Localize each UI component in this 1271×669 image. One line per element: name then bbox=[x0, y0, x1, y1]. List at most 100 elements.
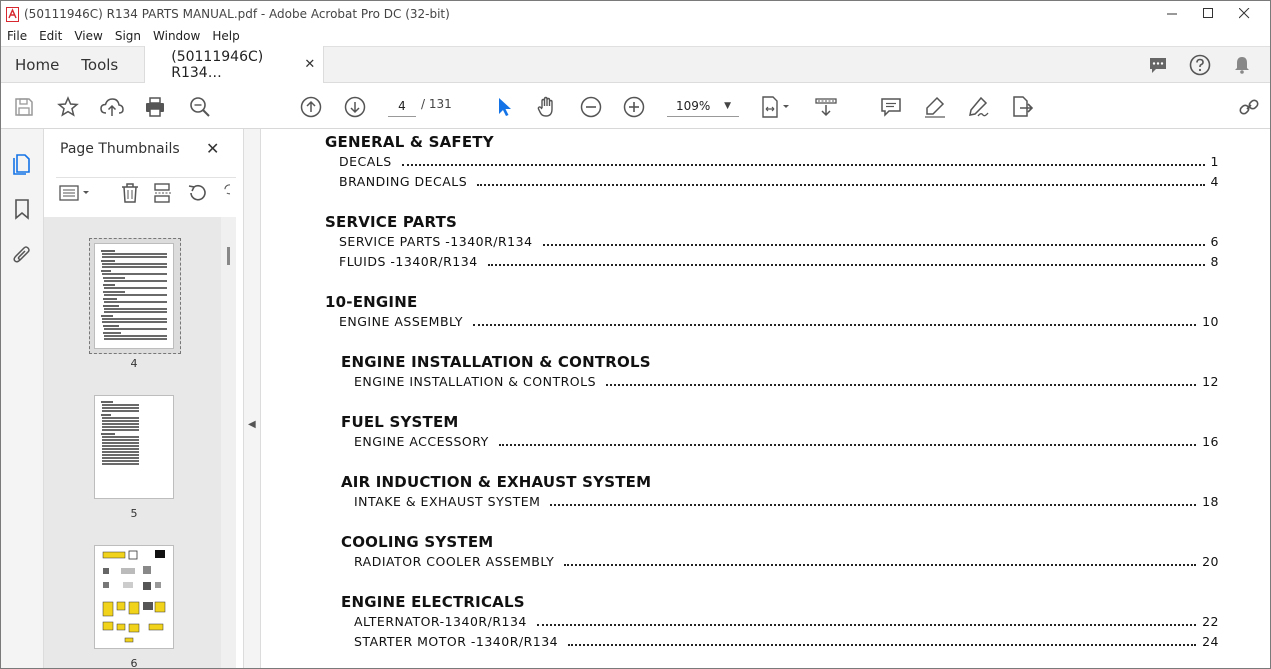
thumbnail-label-4: 4 bbox=[130, 357, 138, 370]
page-fit-icon[interactable] bbox=[758, 94, 794, 120]
toc-entry[interactable]: ALTERNATOR-1340R/R134 22 bbox=[354, 613, 1219, 629]
toc-entry[interactable]: ENGINE ASSEMBLY 10 bbox=[339, 313, 1219, 329]
toc-entry[interactable]: ENGINE ACCESSORY 16 bbox=[354, 433, 1219, 449]
document-view[interactable]: GENERAL & SAFETY DECALS 1 BRANDING DECAL… bbox=[262, 129, 1270, 668]
thumbnail-list: 4 5 6 bbox=[44, 217, 236, 668]
toc-entry[interactable]: FLUIDS -1340R/R134 8 bbox=[339, 253, 1219, 269]
toc-entry[interactable]: DECALS 1 bbox=[339, 153, 1219, 169]
menu-view[interactable]: View bbox=[68, 29, 108, 43]
main-toolbar: 4 / 131 109% ▼ bbox=[1, 84, 1270, 129]
notifications-bell-icon[interactable] bbox=[1230, 53, 1254, 77]
toc-leader bbox=[568, 644, 1197, 646]
toc-entry-label: SERVICE PARTS -1340R/R134 bbox=[339, 234, 533, 249]
menu-bar: File Edit View Sign Window Help bbox=[1, 26, 1270, 46]
toc-heading: SERVICE PARTS bbox=[325, 213, 458, 231]
sign-pen-icon[interactable] bbox=[965, 94, 991, 120]
toc-entry-label: ENGINE ACCESSORY bbox=[354, 434, 489, 449]
zoom-level-select[interactable]: 109% ▼ bbox=[667, 95, 739, 117]
window-title: (50111946C) R134 PARTS MANUAL.pdf - Adob… bbox=[24, 7, 450, 21]
toc-entry-label: STARTER MOTOR -1340R/R134 bbox=[354, 634, 559, 649]
toc-entry[interactable]: STARTER MOTOR -1340R/R134 24 bbox=[354, 633, 1219, 649]
document-tab-label: (50111946C) R134… bbox=[171, 48, 264, 81]
left-rail bbox=[1, 129, 44, 668]
toc-entry-label: ENGINE ASSEMBLY bbox=[339, 314, 463, 329]
thumbnail-scroll-thumb[interactable] bbox=[227, 247, 230, 265]
toc-leader bbox=[564, 564, 1197, 566]
hand-tool-icon[interactable] bbox=[534, 94, 560, 120]
toc-heading: GENERAL & SAFETY bbox=[325, 133, 494, 151]
close-tab-icon[interactable]: ✕ bbox=[304, 57, 315, 72]
acrobat-window: (50111946C) R134 PARTS MANUAL.pdf - Adob… bbox=[0, 0, 1271, 669]
toc-entry-label: ENGINE INSTALLATION & CONTROLS bbox=[354, 374, 597, 389]
tab-bar: Home Tools (50111946C) R134… ✕ bbox=[1, 46, 1270, 83]
page-thumbnail-5[interactable] bbox=[94, 395, 174, 499]
rotate-clockwise-icon[interactable] bbox=[216, 182, 230, 204]
help-icon[interactable] bbox=[1188, 53, 1212, 77]
menu-sign[interactable]: Sign bbox=[109, 29, 147, 43]
share-link-icon[interactable] bbox=[1236, 94, 1262, 120]
toc-entry-page: 16 bbox=[1202, 434, 1219, 449]
export-pdf-icon[interactable] bbox=[1009, 94, 1035, 120]
delete-trash-icon[interactable] bbox=[119, 182, 141, 204]
minimize-button[interactable] bbox=[1154, 3, 1190, 23]
toc-leader bbox=[401, 164, 1205, 166]
select-cursor-icon[interactable] bbox=[491, 94, 517, 120]
options-menu-icon[interactable] bbox=[58, 182, 94, 204]
toc-entry[interactable]: ENGINE INSTALLATION & CONTROLS 12 bbox=[354, 373, 1219, 389]
toc-entry-page: 22 bbox=[1202, 614, 1219, 629]
toc-entry[interactable]: INTAKE & EXHAUST SYSTEM 18 bbox=[354, 493, 1219, 509]
attachments-paperclip-icon[interactable] bbox=[11, 243, 33, 267]
save-icon[interactable] bbox=[11, 94, 37, 120]
title-bar: (50111946C) R134 PARTS MANUAL.pdf - Adob… bbox=[1, 1, 1270, 27]
toc-entry[interactable]: BRANDING DECALS 4 bbox=[339, 173, 1219, 189]
menu-help[interactable]: Help bbox=[206, 29, 245, 43]
collapse-panel-arrow-icon[interactable]: ◀ bbox=[248, 419, 256, 430]
add-comment-icon[interactable] bbox=[878, 94, 904, 120]
cloud-upload-icon[interactable] bbox=[99, 94, 125, 120]
maximize-button[interactable] bbox=[1190, 3, 1226, 23]
comment-bubble-icon[interactable] bbox=[1146, 53, 1170, 77]
panel-splitter[interactable]: ◀ bbox=[244, 129, 261, 668]
toc-entry[interactable]: SERVICE PARTS -1340R/R134 6 bbox=[339, 233, 1219, 249]
bookmarks-icon[interactable] bbox=[11, 197, 33, 221]
next-page-icon[interactable] bbox=[342, 94, 368, 120]
print-icon[interactable] bbox=[142, 94, 168, 120]
highlight-pen-icon[interactable] bbox=[922, 94, 948, 120]
rotate-counterclockwise-icon[interactable] bbox=[186, 182, 208, 204]
close-panel-icon[interactable]: ✕ bbox=[206, 139, 219, 158]
toc-heading: 10-ENGINE bbox=[325, 293, 418, 311]
tab-document[interactable]: (50111946C) R134… ✕ bbox=[144, 46, 325, 83]
toc-entry-page: 20 bbox=[1202, 554, 1219, 569]
scroll-mode-icon[interactable] bbox=[813, 94, 839, 120]
toc-entry-page: 24 bbox=[1202, 634, 1219, 649]
page-thumbnail-6[interactable] bbox=[94, 545, 174, 649]
toc-entry[interactable]: RADIATOR COOLER ASSEMBLY 20 bbox=[354, 553, 1219, 569]
menu-file[interactable]: File bbox=[1, 29, 33, 43]
current-page-input[interactable]: 4 bbox=[388, 95, 416, 117]
toc-entry-label: FLUIDS -1340R/R134 bbox=[339, 254, 478, 269]
find-zoom-icon[interactable] bbox=[187, 94, 213, 120]
toc-subheading: ENGINE ELECTRICALS bbox=[341, 593, 525, 611]
page-thumbnails-icon[interactable] bbox=[11, 151, 33, 175]
tab-tools[interactable]: Tools bbox=[73, 47, 132, 82]
toc-entry-label: DECALS bbox=[339, 154, 392, 169]
tab-home[interactable]: Home bbox=[1, 47, 73, 82]
previous-page-icon[interactable] bbox=[298, 94, 324, 120]
toc-entry-page: 6 bbox=[1210, 234, 1219, 249]
toc-entry-page: 4 bbox=[1210, 174, 1219, 189]
toc-leader bbox=[550, 504, 1197, 506]
zoom-in-icon[interactable] bbox=[621, 94, 647, 120]
page-thumbnail-4[interactable] bbox=[94, 243, 174, 349]
toc-leader bbox=[536, 624, 1197, 626]
menu-edit[interactable]: Edit bbox=[33, 29, 68, 43]
thumbnail-scrollbar[interactable] bbox=[221, 217, 236, 668]
zoom-out-icon[interactable] bbox=[578, 94, 604, 120]
bookmark-star-icon[interactable] bbox=[55, 94, 81, 120]
close-window-button[interactable] bbox=[1226, 3, 1262, 23]
toc-entry-label: BRANDING DECALS bbox=[339, 174, 468, 189]
menu-window[interactable]: Window bbox=[147, 29, 206, 43]
toc-entry-label: RADIATOR COOLER ASSEMBLY bbox=[354, 554, 555, 569]
toc-subheading: FUEL SYSTEM bbox=[341, 413, 459, 431]
extract-pages-icon[interactable] bbox=[152, 182, 174, 204]
toc-subheading: COOLING SYSTEM bbox=[341, 533, 494, 551]
